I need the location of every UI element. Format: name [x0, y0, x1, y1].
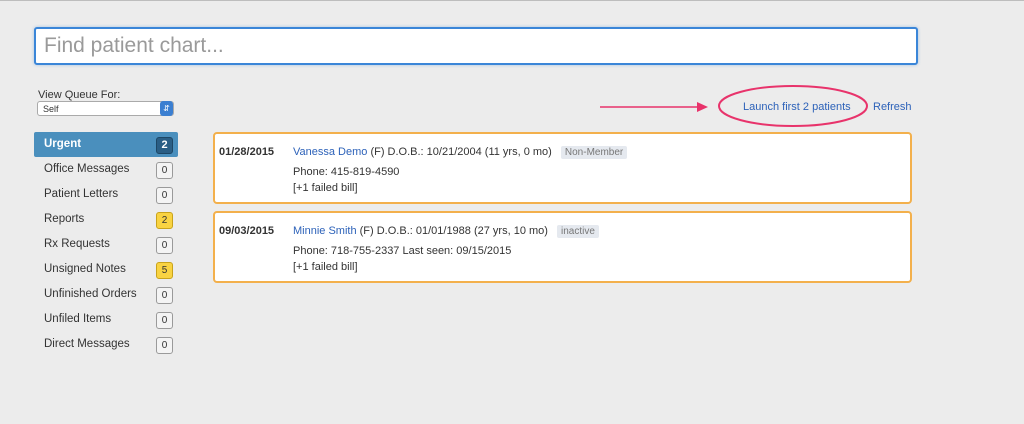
refresh-link[interactable]: Refresh [873, 101, 912, 113]
membership-tag: Non-Member [560, 146, 628, 159]
status-tag: inactive [557, 225, 599, 238]
patient-phone: Phone: 718-755-2337 Last seen: 09/15/201… [293, 245, 512, 257]
patient-header-line: Vanessa Demo (F) D.O.B.: 10/21/2004 (11 … [293, 146, 628, 159]
patient-phone: Phone: 415-819-4590 [293, 166, 400, 178]
visit-date: 01/28/2015 [219, 146, 275, 158]
patient-card[interactable]: 01/28/2015 Vanessa Demo (F) D.O.B.: 10/2… [213, 132, 912, 204]
patient-name-link[interactable]: Vanessa Demo [293, 146, 367, 158]
patient-name-link[interactable]: Minnie Smith [293, 225, 357, 237]
patient-header-line: Minnie Smith (F) D.O.B.: 01/01/1988 (27 … [293, 225, 599, 238]
annotation-arrow-head [697, 102, 708, 112]
failed-bill-note: [+1 failed bill] [293, 182, 358, 194]
launch-patients-link[interactable]: Launch first 2 patients [743, 101, 851, 113]
visit-date: 09/03/2015 [219, 225, 275, 237]
patient-details: (F) D.O.B.: 10/21/2004 (11 yrs, 0 mo) [370, 146, 552, 158]
failed-bill-note: [+1 failed bill] [293, 261, 358, 273]
patient-card[interactable]: 09/03/2015 Minnie Smith (F) D.O.B.: 01/0… [213, 211, 912, 283]
patient-details: (F) D.O.B.: 01/01/1988 (27 yrs, 10 mo) [359, 225, 548, 237]
